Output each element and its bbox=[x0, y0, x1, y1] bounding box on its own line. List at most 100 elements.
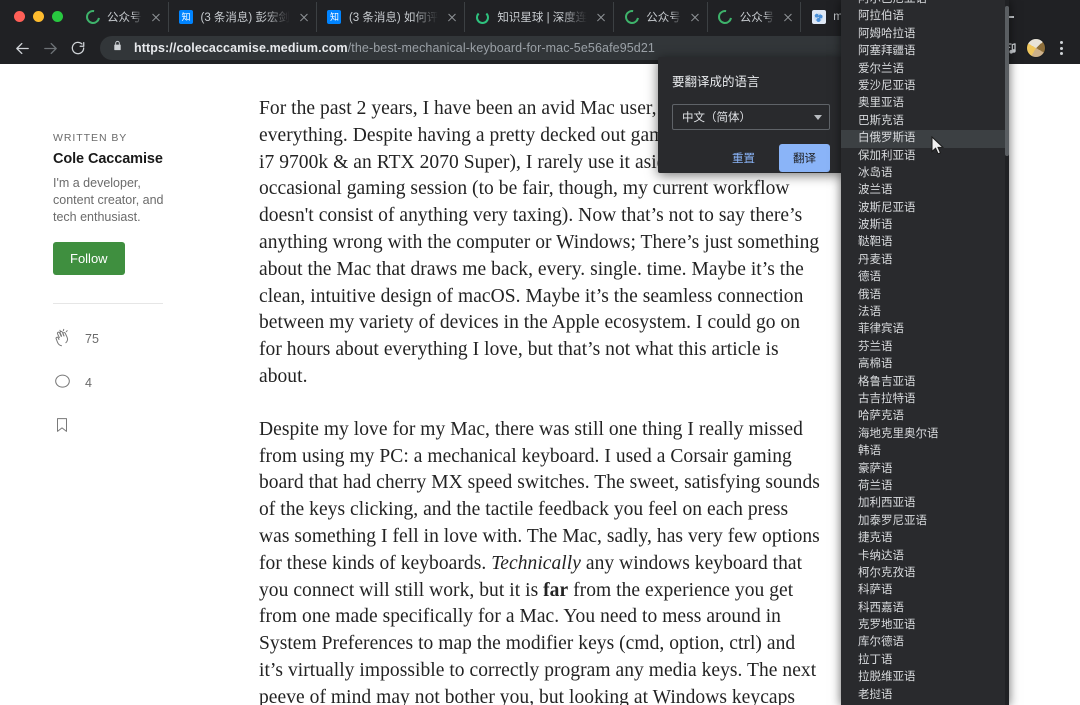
dropdown-scrollbar-track[interactable] bbox=[1005, 0, 1009, 705]
kebab-menu-icon[interactable] bbox=[1050, 41, 1072, 55]
language-option[interactable]: 科西嘉语 bbox=[841, 600, 1009, 617]
language-option[interactable]: 德语 bbox=[841, 269, 1009, 286]
language-option[interactable]: 巴斯克语 bbox=[841, 113, 1009, 130]
language-option[interactable]: 芬兰语 bbox=[841, 339, 1009, 356]
language-option[interactable]: 格鲁吉亚语 bbox=[841, 374, 1009, 391]
language-option[interactable]: 阿尔巴尼亚语 bbox=[841, 0, 1009, 8]
wechat-official-icon bbox=[82, 7, 103, 27]
tab-title: 公众号 bbox=[739, 12, 775, 24]
language-option[interactable]: 奥里亚语 bbox=[841, 95, 1009, 112]
browser-tab[interactable]: 公众号 bbox=[75, 2, 168, 32]
language-option[interactable]: 波兰语 bbox=[841, 182, 1009, 199]
language-option[interactable]: 波斯尼亚语 bbox=[841, 200, 1009, 217]
written-by-label: WRITTEN BY bbox=[53, 132, 128, 144]
browser-window: 公众号知 (3 条消息) 彭宏剑知 (3 条消息) 如何评 知识星球 | 深度连 公众号… bbox=[0, 0, 1080, 705]
language-option[interactable]: 拉脱维亚语 bbox=[841, 669, 1009, 686]
language-option[interactable]: 海地克里奥尔语 bbox=[841, 426, 1009, 443]
language-option[interactable]: 豪萨语 bbox=[841, 461, 1009, 478]
language-option[interactable]: 白俄罗斯语 bbox=[841, 130, 1009, 148]
reset-button[interactable]: 重置 bbox=[718, 144, 769, 172]
language-option[interactable]: 俄语 bbox=[841, 287, 1009, 304]
tab-close-button[interactable] bbox=[780, 9, 796, 25]
language-option[interactable]: 捷克语 bbox=[841, 530, 1009, 547]
zhihu-icon: 知 bbox=[327, 10, 342, 24]
follow-button[interactable]: Follow bbox=[53, 242, 125, 275]
translate-popup: 要翻译成的语言 中文（简体） 重置 翻译 bbox=[658, 57, 844, 173]
chevron-down-icon bbox=[814, 114, 822, 120]
browser-tab[interactable]: 公众号 bbox=[613, 2, 707, 32]
language-option[interactable]: 卡纳达语 bbox=[841, 548, 1009, 565]
claps-count: 75 bbox=[85, 332, 99, 346]
tab-close-button[interactable] bbox=[593, 9, 609, 25]
ring-icon bbox=[476, 10, 490, 24]
browser-tab[interactable]: 知 (3 条消息) 彭宏剑 bbox=[167, 2, 316, 32]
language-option[interactable]: 爱沙尼亚语 bbox=[841, 78, 1009, 95]
language-option[interactable]: 菲律宾语 bbox=[841, 321, 1009, 338]
language-option[interactable]: 波斯语 bbox=[841, 217, 1009, 234]
translate-button[interactable]: 翻译 bbox=[779, 144, 830, 172]
language-option[interactable]: 法语 bbox=[841, 304, 1009, 321]
language-option[interactable]: 阿塞拜疆语 bbox=[841, 43, 1009, 60]
browser-tab[interactable]: 知 (3 条消息) 如何评 bbox=[315, 2, 464, 32]
language-option[interactable]: 丹麦语 bbox=[841, 252, 1009, 269]
language-option[interactable]: 拉丁语 bbox=[841, 652, 1009, 669]
browser-tab[interactable]: 知识星球 | 深度连 bbox=[464, 2, 613, 32]
language-option[interactable]: 哈萨克语 bbox=[841, 408, 1009, 425]
window-controls bbox=[0, 0, 75, 32]
claps-stat[interactable]: 75 bbox=[53, 328, 183, 350]
language-option[interactable]: 库尔德语 bbox=[841, 634, 1009, 651]
tab-close-button[interactable] bbox=[296, 9, 312, 25]
dropdown-scrollbar-thumb[interactable] bbox=[1005, 6, 1009, 156]
wechat-official-icon bbox=[715, 7, 736, 27]
maximize-window-button[interactable] bbox=[52, 10, 63, 22]
language-option[interactable]: 保加利亚语 bbox=[841, 148, 1009, 165]
language-option[interactable]: 韩语 bbox=[841, 443, 1009, 460]
url-domain: https://colecaccamise.medium.com bbox=[134, 41, 348, 55]
article-paragraph: Despite my love for my Mac, there was st… bbox=[259, 417, 821, 705]
bookmark-stat[interactable] bbox=[53, 416, 183, 438]
close-window-button[interactable] bbox=[14, 10, 25, 22]
wechat-official-icon bbox=[622, 7, 642, 27]
tab-title: (3 条消息) 如何评 bbox=[348, 12, 439, 24]
author-name[interactable]: Cole Caccamise bbox=[53, 151, 183, 167]
target-language-value: 中文（简体） bbox=[682, 112, 751, 124]
reload-button[interactable] bbox=[64, 34, 92, 62]
language-option[interactable]: 鞑靼语 bbox=[841, 234, 1009, 251]
target-language-select[interactable]: 中文（简体） bbox=[672, 104, 830, 130]
comments-stat[interactable]: 4 bbox=[53, 372, 183, 394]
tab-close-button[interactable] bbox=[148, 9, 164, 25]
comments-count: 4 bbox=[85, 376, 92, 390]
language-dropdown[interactable]: 阿尔巴尼亚语阿拉伯语阿姆哈拉语阿塞拜疆语爱尔兰语爱沙尼亚语奥里亚语巴斯克语白俄罗… bbox=[841, 0, 1009, 705]
language-option[interactable]: 加利西亚语 bbox=[841, 495, 1009, 512]
browser-tab[interactable]: 公众号 bbox=[706, 2, 801, 32]
tab-title: 公众号 bbox=[107, 12, 142, 24]
bookmark-icon bbox=[53, 416, 75, 438]
language-option[interactable]: 古吉拉特语 bbox=[841, 391, 1009, 408]
back-button[interactable] bbox=[8, 34, 36, 62]
author-sidebar: WRITTEN BY Cole Caccamise I'm a develope… bbox=[53, 132, 183, 438]
language-option[interactable]: 柯尔克孜语 bbox=[841, 565, 1009, 582]
tab-close-button[interactable] bbox=[687, 9, 703, 25]
language-option[interactable]: 冰岛语 bbox=[841, 165, 1009, 182]
language-option[interactable]: 加泰罗尼亚语 bbox=[841, 513, 1009, 530]
author-bio: I'm a developer, content creator, and te… bbox=[53, 176, 164, 224]
avatar[interactable] bbox=[1026, 38, 1046, 58]
minimize-window-button[interactable] bbox=[33, 10, 44, 22]
language-option[interactable]: 爱尔兰语 bbox=[841, 61, 1009, 78]
url-text: https://colecaccamise.medium.com/the-bes… bbox=[134, 41, 910, 55]
language-option[interactable]: 荷兰语 bbox=[841, 478, 1009, 495]
language-option[interactable]: 高棉语 bbox=[841, 356, 1009, 373]
language-option[interactable]: 克罗地亚语 bbox=[841, 617, 1009, 634]
translate-popup-title: 要翻译成的语言 bbox=[672, 75, 760, 89]
article-body: For the past 2 years, I have been an avi… bbox=[259, 96, 821, 705]
url-path: /the-best-mechanical-keyboard-for-mac-5e… bbox=[347, 41, 655, 55]
language-option[interactable]: 科萨语 bbox=[841, 582, 1009, 599]
forward-button[interactable] bbox=[36, 34, 64, 62]
tab-close-button[interactable] bbox=[444, 9, 460, 25]
clap-icon bbox=[53, 328, 75, 350]
article-text-run: Despite my love for my Mac, there was st… bbox=[259, 418, 820, 574]
language-option[interactable]: 阿拉伯语 bbox=[841, 8, 1009, 25]
language-option[interactable]: 阿姆哈拉语 bbox=[841, 26, 1009, 43]
zhihu-icon: 知 bbox=[179, 10, 193, 24]
language-option[interactable]: 老挝语 bbox=[841, 687, 1009, 704]
